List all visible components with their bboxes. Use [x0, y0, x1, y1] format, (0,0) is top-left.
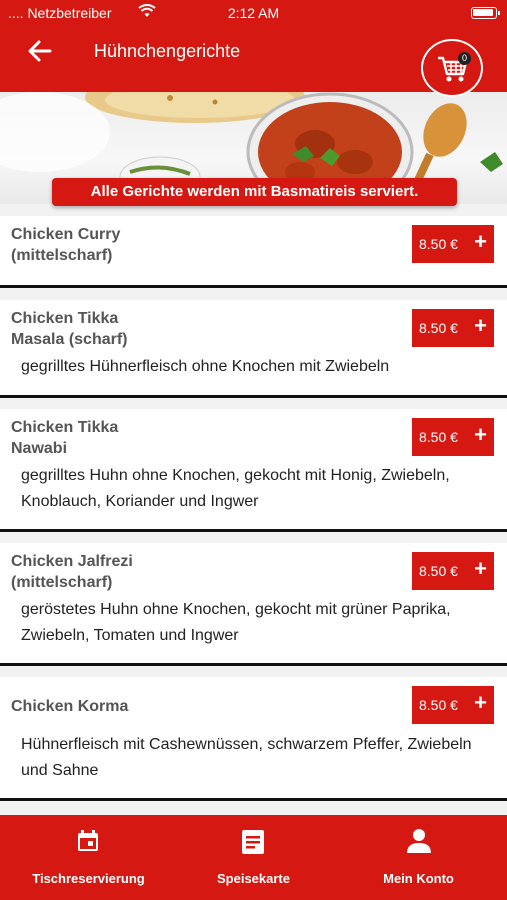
list-item: Chicken Jalfrezi (mittelscharf) 8.50 € +…	[0, 543, 507, 666]
dish-description: geröstetes Huhn ohne Knochen, gekocht mi…	[21, 601, 451, 644]
dish-name: Chicken Curry (mittelscharf)	[11, 226, 121, 264]
menu-icon	[242, 830, 264, 854]
clock: 2:12 AM	[227, 5, 280, 21]
rice-notice-banner: Alle Gerichte werden mit Basmatireis ser…	[52, 178, 457, 206]
add-to-cart-button[interactable]: 8.50 € +	[412, 225, 494, 263]
calendar-icon	[78, 830, 98, 851]
tab-label: Mein Konto	[383, 871, 454, 886]
plus-icon: +	[474, 229, 487, 254]
add-to-cart-button[interactable]: 8.50 € +	[412, 686, 494, 724]
price-label: 8.50 €	[419, 236, 458, 252]
add-to-cart-button[interactable]: 8.50 € +	[412, 309, 494, 347]
cart-count-badge: 0	[458, 52, 471, 65]
price-label: 8.50 €	[419, 563, 458, 579]
plus-icon: +	[474, 422, 487, 447]
add-to-cart-button[interactable]: 8.50 € +	[412, 418, 494, 456]
plus-icon: +	[474, 556, 487, 581]
dish-description: Hühnerfleisch mit Cashewnüssen, schwarze…	[21, 736, 472, 779]
dish-description: gegrilltes Huhn ohne Knochen, gekocht mi…	[21, 467, 450, 510]
dish-name: Chicken Jalfrezi (mittelscharf)	[11, 553, 133, 591]
dish-name: Chicken Korma	[11, 698, 129, 715]
plus-icon: +	[474, 690, 487, 715]
person-icon	[407, 829, 431, 853]
battery-icon	[471, 7, 500, 19]
page-title: Hühnchengerichte	[94, 41, 241, 61]
back-arrow-icon[interactable]	[26, 38, 54, 64]
price-label: 8.50 €	[419, 320, 458, 336]
status-bar: .... Netzbetreiber 2:12 AM	[0, 0, 507, 26]
list-item: Chicken Tikka Nawabi 8.50 € + gegrilltes…	[0, 409, 507, 532]
tab-my-account[interactable]: Mein Konto	[334, 815, 503, 900]
price-label: 8.50 €	[419, 697, 458, 713]
dish-description: gegrilltes Hühnerfleisch ohne Knochen mi…	[21, 358, 390, 375]
tab-table-reservation[interactable]: Tischreservierung	[4, 815, 173, 900]
list-item: Chicken Tikka Masala (scharf) 8.50 € + g…	[0, 300, 507, 398]
list-item: Chicken Curry (mittelscharf) 8.50 € +	[0, 216, 507, 288]
tab-menu[interactable]: Speisekarte	[169, 815, 338, 900]
price-label: 8.50 €	[419, 429, 458, 445]
tab-label: Tischreservierung	[32, 871, 145, 886]
add-to-cart-button[interactable]: 8.50 € +	[412, 552, 494, 590]
dish-name: Chicken Tikka Masala (scharf)	[11, 310, 128, 348]
tab-label: Speisekarte	[217, 871, 290, 886]
list-item: Chicken Korma 8.50 € + Hühnerfleisch mit…	[0, 677, 507, 801]
dish-name: Chicken Tikka Nawabi	[11, 419, 119, 457]
plus-icon: +	[474, 313, 487, 338]
bottom-navigation: Tischreservierung Speisekarte Mein Konto	[0, 815, 507, 900]
cart-button[interactable]: 0	[421, 39, 483, 97]
